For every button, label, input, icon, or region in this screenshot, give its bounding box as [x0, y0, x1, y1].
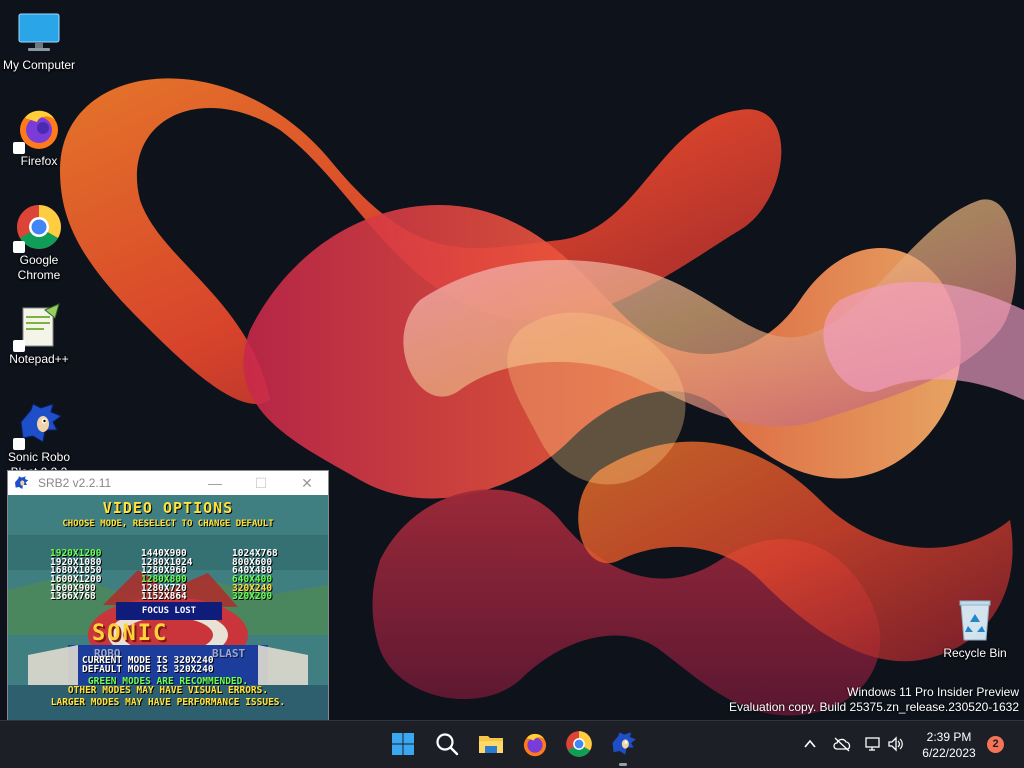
sonic-icon	[13, 475, 29, 494]
firefox-icon	[523, 733, 547, 757]
desktop-icon-label: Notepad++	[9, 352, 69, 366]
close-button[interactable]: ✕	[284, 471, 330, 495]
desktop: My Computer Firefox Google Chrome Notepa…	[0, 0, 1024, 720]
onedrive-cloud-icon[interactable]	[832, 735, 851, 753]
shortcut-arrow-icon	[13, 340, 25, 352]
desktop-icon-label: Firefox	[20, 154, 58, 168]
sonic-icon	[612, 732, 636, 755]
mode-column-2: 1440X900 1280X1024 1280X960 1280X800 128…	[141, 549, 192, 602]
shortcut-arrow-icon	[13, 241, 25, 253]
notification-badge[interactable]: 2	[987, 736, 1004, 753]
video-mode-option[interactable]: 1152X864	[141, 592, 192, 602]
srb2-logo-blast: BLAST	[212, 647, 246, 660]
desktop-icon-label: My Computer	[2, 58, 76, 72]
clock-time: 2:39 PM	[926, 730, 972, 744]
notepadpp-icon	[13, 302, 63, 352]
default-mode-text: DEFAULT MODE IS 320X240	[82, 664, 214, 675]
srb2-logo-sonic: SONIC	[92, 621, 169, 646]
chrome-icon	[13, 203, 63, 253]
video-mode-option[interactable]: 320X200	[232, 592, 278, 602]
clock-date: 6/22/2023	[922, 746, 976, 760]
window-title: SRB2 v2.2.11	[38, 476, 112, 490]
desktop-icon-recycle-bin[interactable]: Recycle Bin	[937, 596, 1013, 661]
desktop-icon-my-computer[interactable]: My Computer	[1, 8, 77, 73]
volume-icon[interactable]	[887, 735, 905, 753]
maximize-button[interactable]: ☐	[238, 471, 284, 495]
file-explorer-button[interactable]	[477, 730, 505, 758]
taskbar-clock[interactable]: 2:39 PM 6/22/2023	[914, 729, 984, 761]
srb2-window[interactable]: SRB2 v2.2.11 — ☐ ✕ VIDEO OPTIONS CHOOSE …	[7, 470, 329, 720]
search-button[interactable]	[433, 730, 461, 758]
performance-note: LARGER MODES MAY HAVE PERFORMANCE ISSUES…	[50, 697, 286, 708]
sonic-icon	[13, 400, 63, 450]
windows-watermark: Windows 11 Pro Insider Preview Evaluatio…	[729, 685, 1019, 715]
running-indicator	[619, 763, 627, 766]
chrome-icon	[566, 731, 592, 757]
chrome-taskbar-button[interactable]	[565, 730, 593, 758]
window-titlebar[interactable]: SRB2 v2.2.11 — ☐ ✕	[8, 471, 328, 495]
desktop-icon-firefox[interactable]: Firefox	[1, 104, 77, 169]
search-icon	[436, 733, 459, 756]
windows-logo-icon	[392, 733, 414, 755]
watermark-line-2: Evaluation copy. Build 25375.zn_release.…	[729, 700, 1019, 714]
desktop-icon-srb2[interactable]: Sonic Robo Blast 2 2.2	[1, 400, 77, 480]
start-button[interactable]	[389, 730, 417, 758]
shortcut-arrow-icon	[13, 142, 25, 154]
video-options-heading: VIDEO OPTIONS	[102, 499, 234, 517]
shortcut-arrow-icon	[13, 438, 25, 450]
show-hidden-icons-chevron-icon[interactable]	[801, 735, 819, 753]
video-options-subheading: CHOOSE MODE, RESELECT TO CHANGE DEFAULT	[62, 519, 274, 529]
taskbar: 2:39 PM 6/22/2023 2	[0, 720, 1024, 768]
mode-column-1: 1920X1200 1920X1080 1680X1050 1600X1200 …	[50, 549, 101, 602]
desktop-icon-label: Recycle Bin	[943, 646, 1007, 660]
monitor-icon	[15, 8, 63, 56]
minimize-button[interactable]: —	[192, 471, 238, 495]
game-viewport[interactable]: VIDEO OPTIONS CHOOSE MODE, RESELECT TO C…	[8, 495, 328, 720]
video-mode-option[interactable]: 1366X768	[50, 592, 101, 602]
recycle-bin-icon	[951, 596, 999, 644]
visual-errors-note: OTHER MODES MAY HAVE VISUAL ERRORS.	[67, 685, 269, 696]
firefox-icon	[13, 104, 63, 154]
srb2-taskbar-button[interactable]	[609, 730, 637, 766]
desktop-icon-chrome[interactable]: Google Chrome	[1, 203, 77, 283]
desktop-icon-notepadpp[interactable]: Notepad++	[1, 302, 77, 367]
network-icon[interactable]	[864, 735, 882, 753]
desktop-icon-label: Google Chrome	[17, 253, 61, 282]
folder-icon	[479, 736, 503, 753]
mode-column-3: 1024X768 800X600 640X480 640X400 320X240…	[232, 549, 278, 602]
firefox-taskbar-button[interactable]	[521, 730, 549, 758]
watermark-line-1: Windows 11 Pro Insider Preview	[847, 685, 1019, 699]
focus-lost-banner: FOCUS LOST	[116, 602, 222, 620]
